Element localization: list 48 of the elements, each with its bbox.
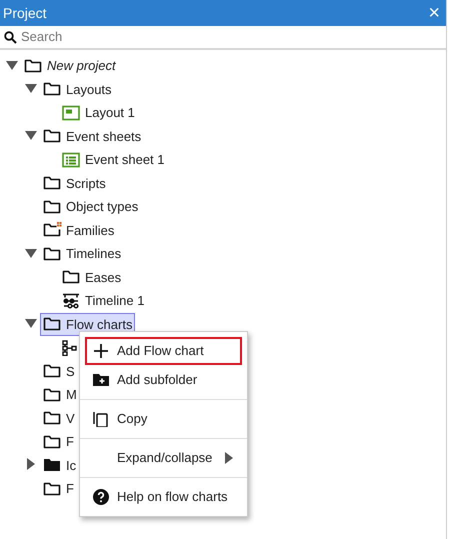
folder-icon <box>43 246 62 262</box>
folder-icon <box>43 410 62 426</box>
submenu-arrow-icon <box>224 451 234 465</box>
menu-item[interactable]: Help on flow charts <box>85 483 242 511</box>
search-icon <box>4 30 17 44</box>
folder-icon <box>43 81 62 98</box>
close-button[interactable]: × <box>426 3 442 23</box>
folder-icon <box>43 316 62 332</box>
tree-item[interactable]: Scripts <box>66 174 106 193</box>
menu-item[interactable]: Add Flow chart <box>85 337 242 365</box>
tree-item[interactable]: S <box>66 362 75 381</box>
tree-item[interactable]: New project <box>47 56 116 76</box>
tree-item[interactable]: Event sheet 1 <box>85 150 164 170</box>
tree-item[interactable]: Event sheets <box>66 126 142 146</box>
folder-icon <box>43 480 62 497</box>
folder-icon <box>43 128 62 144</box>
folder-icon <box>43 386 62 403</box>
help-icon <box>93 489 109 505</box>
plus-icon <box>93 343 109 359</box>
copy-icon <box>93 411 109 427</box>
list-icon <box>62 152 81 168</box>
folder-plus-icon <box>93 372 109 388</box>
layout-icon <box>62 104 81 121</box>
tree-item[interactable]: Layout 1 <box>85 103 135 122</box>
tree-item[interactable]: Families <box>66 220 114 240</box>
folder-icon <box>43 457 62 474</box>
menu-item[interactable]: Expand/collapse <box>85 444 242 472</box>
folder-icon <box>24 58 43 74</box>
timeline-icon <box>62 292 81 309</box>
tree-item[interactable]: Ic <box>66 456 76 475</box>
tree-item[interactable]: F <box>66 479 74 498</box>
folder-icon <box>62 269 81 286</box>
tree-item[interactable]: M <box>66 385 77 404</box>
folder-icon <box>43 222 62 238</box>
menu-item[interactable]: Copy <box>85 405 242 433</box>
tree-item[interactable]: V <box>66 408 75 428</box>
folder-icon <box>43 434 62 450</box>
tree-item[interactable]: Eases <box>85 268 122 287</box>
tree-item[interactable]: Timeline 1 <box>85 291 144 310</box>
tree-item[interactable]: Object types <box>66 197 138 216</box>
folder-icon <box>43 363 62 380</box>
folder-icon <box>43 198 62 215</box>
folder-icon <box>43 175 62 192</box>
tree-item[interactable]: Layouts <box>66 80 112 99</box>
menu-item[interactable]: Add subfolder <box>85 366 242 394</box>
tree-item[interactable]: Timelines <box>66 244 122 264</box>
panel-title: Project <box>3 4 47 23</box>
tree-item[interactable]: F <box>66 432 74 452</box>
